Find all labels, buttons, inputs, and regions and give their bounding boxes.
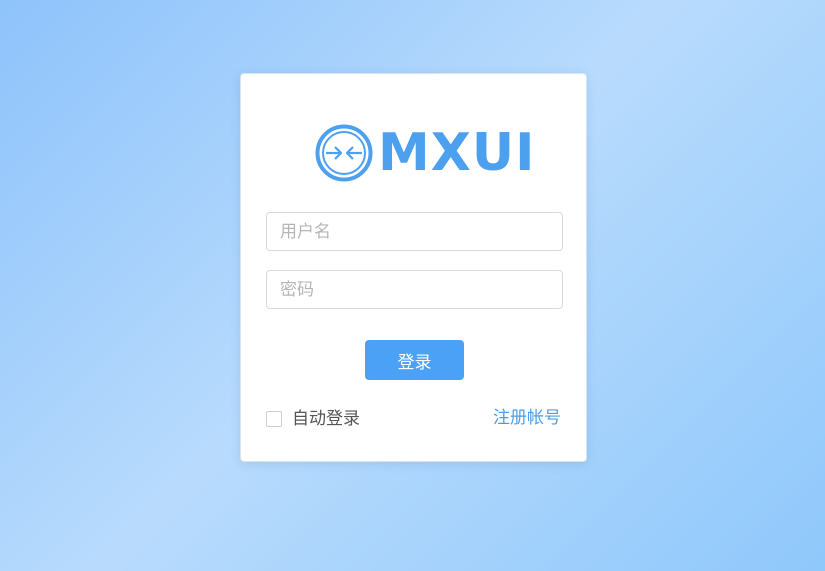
logo-text: MXUI bbox=[378, 123, 536, 183]
arrows-converge-circle-icon bbox=[315, 124, 373, 182]
login-button[interactable]: 登录 bbox=[365, 340, 464, 380]
auto-login-option[interactable]: 自动登录 bbox=[266, 408, 360, 430]
login-card: MXUI 登录 自动登录 注册帐号 bbox=[240, 73, 587, 462]
auto-login-checkbox[interactable] bbox=[266, 411, 282, 427]
username-input[interactable] bbox=[266, 212, 563, 251]
logo: MXUI bbox=[315, 122, 535, 184]
password-input[interactable] bbox=[266, 270, 563, 309]
auto-login-label: 自动登录 bbox=[292, 409, 360, 429]
register-account-link[interactable]: 注册帐号 bbox=[493, 407, 561, 429]
